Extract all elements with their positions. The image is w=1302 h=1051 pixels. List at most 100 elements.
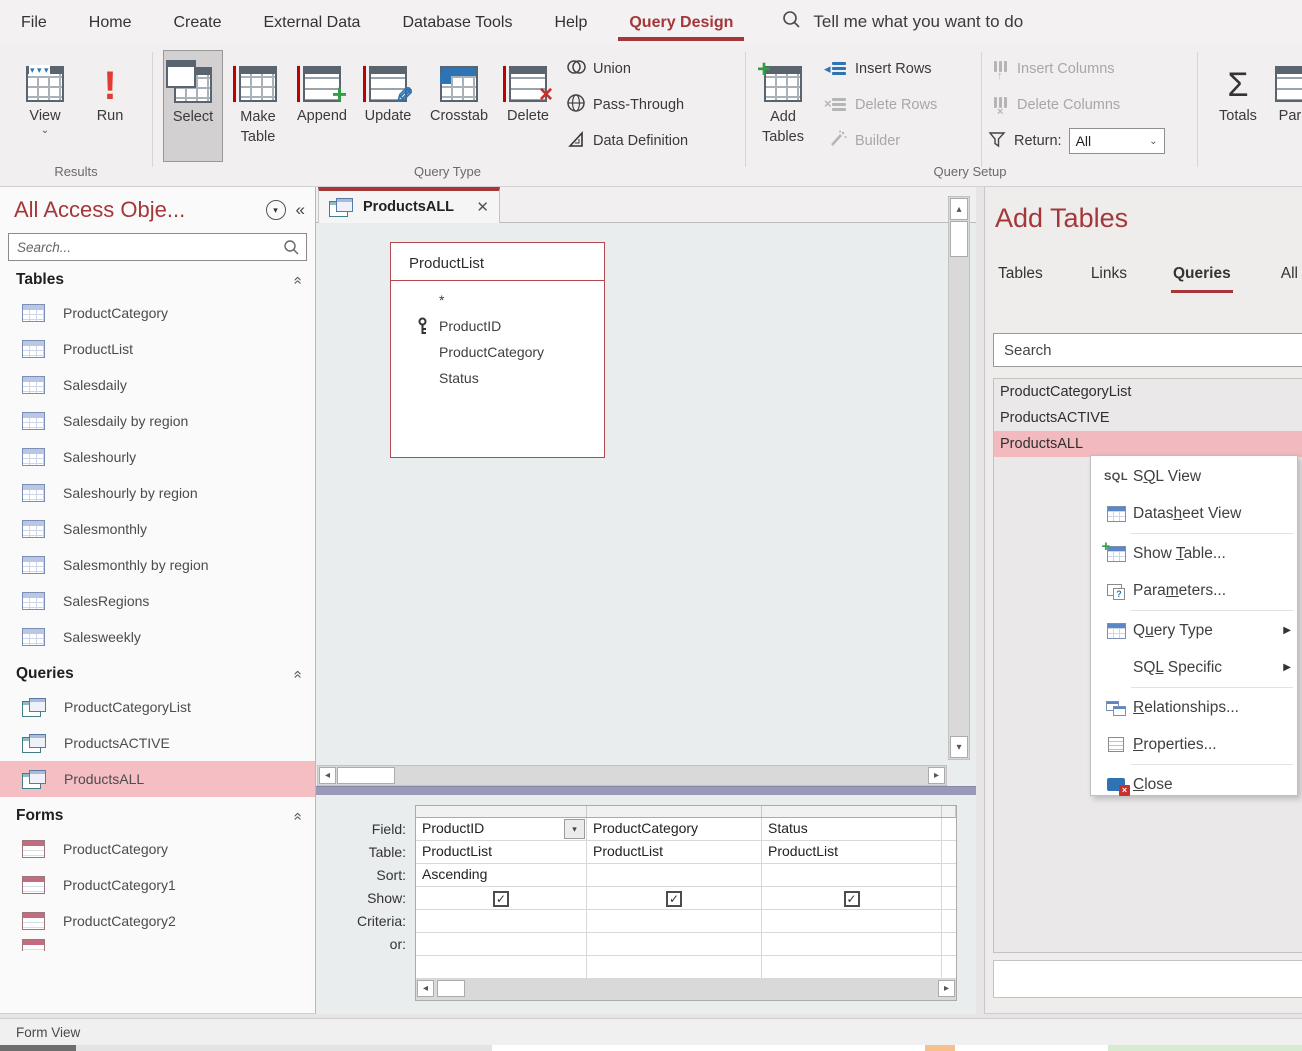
tell-me-search[interactable]: Tell me what you want to do — [782, 10, 1023, 34]
sidebar-item-saleshourly-by-region[interactable]: Saleshourly by region — [0, 475, 315, 511]
tab-query-design[interactable]: Query Design — [608, 4, 754, 41]
menu-item-parameters[interactable]: Parameters... — [1091, 572, 1297, 609]
tab-help[interactable]: Help — [533, 4, 608, 41]
menu-item-properties[interactable]: Properties... — [1091, 726, 1297, 763]
menu-item-relationships[interactable]: Relationships... — [1091, 689, 1297, 726]
sidebar-item-salesmonthly-by-region[interactable]: Salesmonthly by region — [0, 547, 315, 583]
column-selector-row[interactable] — [416, 806, 956, 818]
list-item-productsall-selected[interactable]: ProductsALL — [994, 431, 1302, 457]
pass-through-button[interactable]: Pass-Through — [566, 92, 684, 118]
grid-scroll-thumb[interactable] — [437, 980, 465, 997]
tab-home[interactable]: Home — [68, 4, 153, 41]
sort-cell-3[interactable] — [762, 864, 942, 886]
sort-cell-1[interactable]: Ascending — [416, 864, 587, 886]
pane-splitter[interactable] — [316, 786, 976, 795]
view-button[interactable]: View ⌄ — [16, 50, 74, 136]
collapse-pane-icon[interactable]: « — [296, 200, 305, 220]
update-button[interactable]: ✎ Update — [357, 50, 419, 124]
return-dropdown[interactable]: All ⌄ — [1069, 128, 1165, 154]
insert-columns-button[interactable]: Insert Columns — [992, 56, 1115, 82]
field-row-productcategory[interactable]: ProductCategory — [391, 339, 604, 365]
grid-horizontal-scrollbar[interactable]: ◂ ▸ — [416, 979, 956, 1000]
sidebar-item-salesdaily-by-region[interactable]: Salesdaily by region — [0, 403, 315, 439]
menu-item-query-type[interactable]: Query Type ▶ — [1091, 612, 1297, 649]
tab-external-data[interactable]: External Data — [243, 4, 382, 41]
tab-create[interactable]: Create — [152, 4, 242, 41]
field-list-productlist[interactable]: ProductList * ProductID ProductCategory … — [390, 242, 605, 458]
scroll-right-icon[interactable]: ▸ — [938, 980, 955, 997]
sidebar-item-partial[interactable] — [0, 939, 315, 951]
show-checkbox-3[interactable] — [844, 891, 860, 907]
add-tables-footer-box[interactable] — [993, 960, 1302, 998]
field-cell-2[interactable]: ProductCategory — [587, 818, 762, 840]
or-cell-1[interactable] — [416, 933, 587, 955]
sort-cell-2[interactable] — [587, 864, 762, 886]
union-button[interactable]: Union — [566, 56, 631, 82]
menu-item-sql-view[interactable]: SQL SQL View — [1091, 458, 1297, 495]
delete-rows-button[interactable]: Delete Rows — [828, 92, 937, 118]
add-tables-button[interactable]: AddTables — [754, 50, 812, 147]
field-cell-1[interactable]: ProductID — [416, 818, 587, 840]
sidebar-item-productsactive[interactable]: ProductsACTIVE — [0, 725, 315, 761]
vertical-scroll-thumb[interactable] — [950, 221, 968, 257]
tab-file[interactable]: File — [0, 4, 68, 41]
sidebar-item-productlist[interactable]: ProductList — [0, 331, 315, 367]
scroll-right-icon[interactable]: ▸ — [928, 767, 945, 784]
nav-search-box[interactable]: Search... — [8, 233, 307, 261]
section-header-tables[interactable]: Tables » — [0, 265, 315, 295]
tab-queries[interactable]: Queries — [1173, 257, 1231, 293]
table-cell-1[interactable]: ProductList — [416, 841, 587, 863]
or-cell-2[interactable] — [587, 933, 762, 955]
sidebar-item-salesregions[interactable]: SalesRegions — [0, 583, 315, 619]
sidebar-item-productsall-selected[interactable]: ProductsALL — [0, 761, 315, 797]
totals-button[interactable]: Σ Totals — [1212, 50, 1264, 124]
sidebar-item-saleshourly[interactable]: Saleshourly — [0, 439, 315, 475]
or-cell-3[interactable] — [762, 933, 942, 955]
horizontal-scroll-thumb[interactable] — [337, 767, 395, 784]
list-item-productsactive[interactable]: ProductsACTIVE — [994, 405, 1302, 431]
search-icon[interactable] — [276, 234, 306, 260]
scroll-down-icon[interactable]: ▾ — [950, 736, 968, 758]
field-dropdown-icon[interactable] — [564, 819, 585, 839]
field-row-asterisk[interactable]: * — [391, 287, 604, 313]
menu-item-datasheet-view[interactable]: Datasheet View — [1091, 495, 1297, 532]
field-row-status[interactable]: Status — [391, 365, 604, 391]
scroll-up-icon[interactable]: ▴ — [950, 198, 968, 220]
delete-query-button[interactable]: × Delete — [499, 50, 557, 124]
section-header-forms[interactable]: Forms » — [0, 801, 315, 831]
list-item-productcategorylist[interactable]: ProductCategoryList — [994, 379, 1302, 405]
show-checkbox-1[interactable] — [493, 891, 509, 907]
menu-item-show-table[interactable]: Show Table... — [1091, 535, 1297, 572]
sidebar-item-productcategorylist[interactable]: ProductCategoryList — [0, 689, 315, 725]
tab-tables[interactable]: Tables — [998, 257, 1043, 293]
sidebar-item-salesmonthly[interactable]: Salesmonthly — [0, 511, 315, 547]
vertical-scrollbar[interactable]: ▴ ▾ — [948, 196, 970, 760]
scroll-left-icon[interactable]: ◂ — [319, 767, 336, 784]
criteria-cell-3[interactable] — [762, 910, 942, 932]
horizontal-scrollbar[interactable]: ◂ ▸ — [317, 765, 947, 786]
parameters-button[interactable]: Para — [1272, 50, 1302, 124]
tab-all[interactable]: All — [1281, 257, 1298, 293]
select-query-button[interactable]: Select — [163, 50, 223, 162]
add-tables-search-box[interactable]: Search — [993, 333, 1302, 367]
sidebar-item-form-productcategory1[interactable]: ProductCategory1 — [0, 867, 315, 903]
menu-item-sql-specific[interactable]: SQL Specific ▶ — [1091, 649, 1297, 686]
tab-database-tools[interactable]: Database Tools — [381, 4, 533, 41]
crosstab-button[interactable]: Crosstab — [426, 50, 492, 124]
sidebar-item-salesdaily[interactable]: Salesdaily — [0, 367, 315, 403]
builder-button[interactable]: Builder — [828, 128, 900, 154]
insert-rows-button[interactable]: Insert Rows — [828, 56, 932, 82]
document-tab-productsall[interactable]: ProductsALL ✕ — [318, 187, 500, 223]
menu-item-close[interactable]: Close — [1091, 766, 1297, 803]
table-cell-2[interactable]: ProductList — [587, 841, 762, 863]
run-button[interactable]: ! Run — [86, 50, 134, 124]
criteria-cell-1[interactable] — [416, 910, 587, 932]
table-cell-3[interactable]: ProductList — [762, 841, 942, 863]
field-cell-3[interactable]: Status — [762, 818, 942, 840]
scroll-left-icon[interactable]: ◂ — [417, 980, 434, 997]
append-button[interactable]: + Append — [293, 50, 351, 124]
show-checkbox-2[interactable] — [666, 891, 682, 907]
sidebar-item-salesweekly[interactable]: Salesweekly — [0, 619, 315, 655]
section-header-queries[interactable]: Queries » — [0, 659, 315, 689]
close-tab-icon[interactable]: ✕ — [476, 200, 489, 215]
